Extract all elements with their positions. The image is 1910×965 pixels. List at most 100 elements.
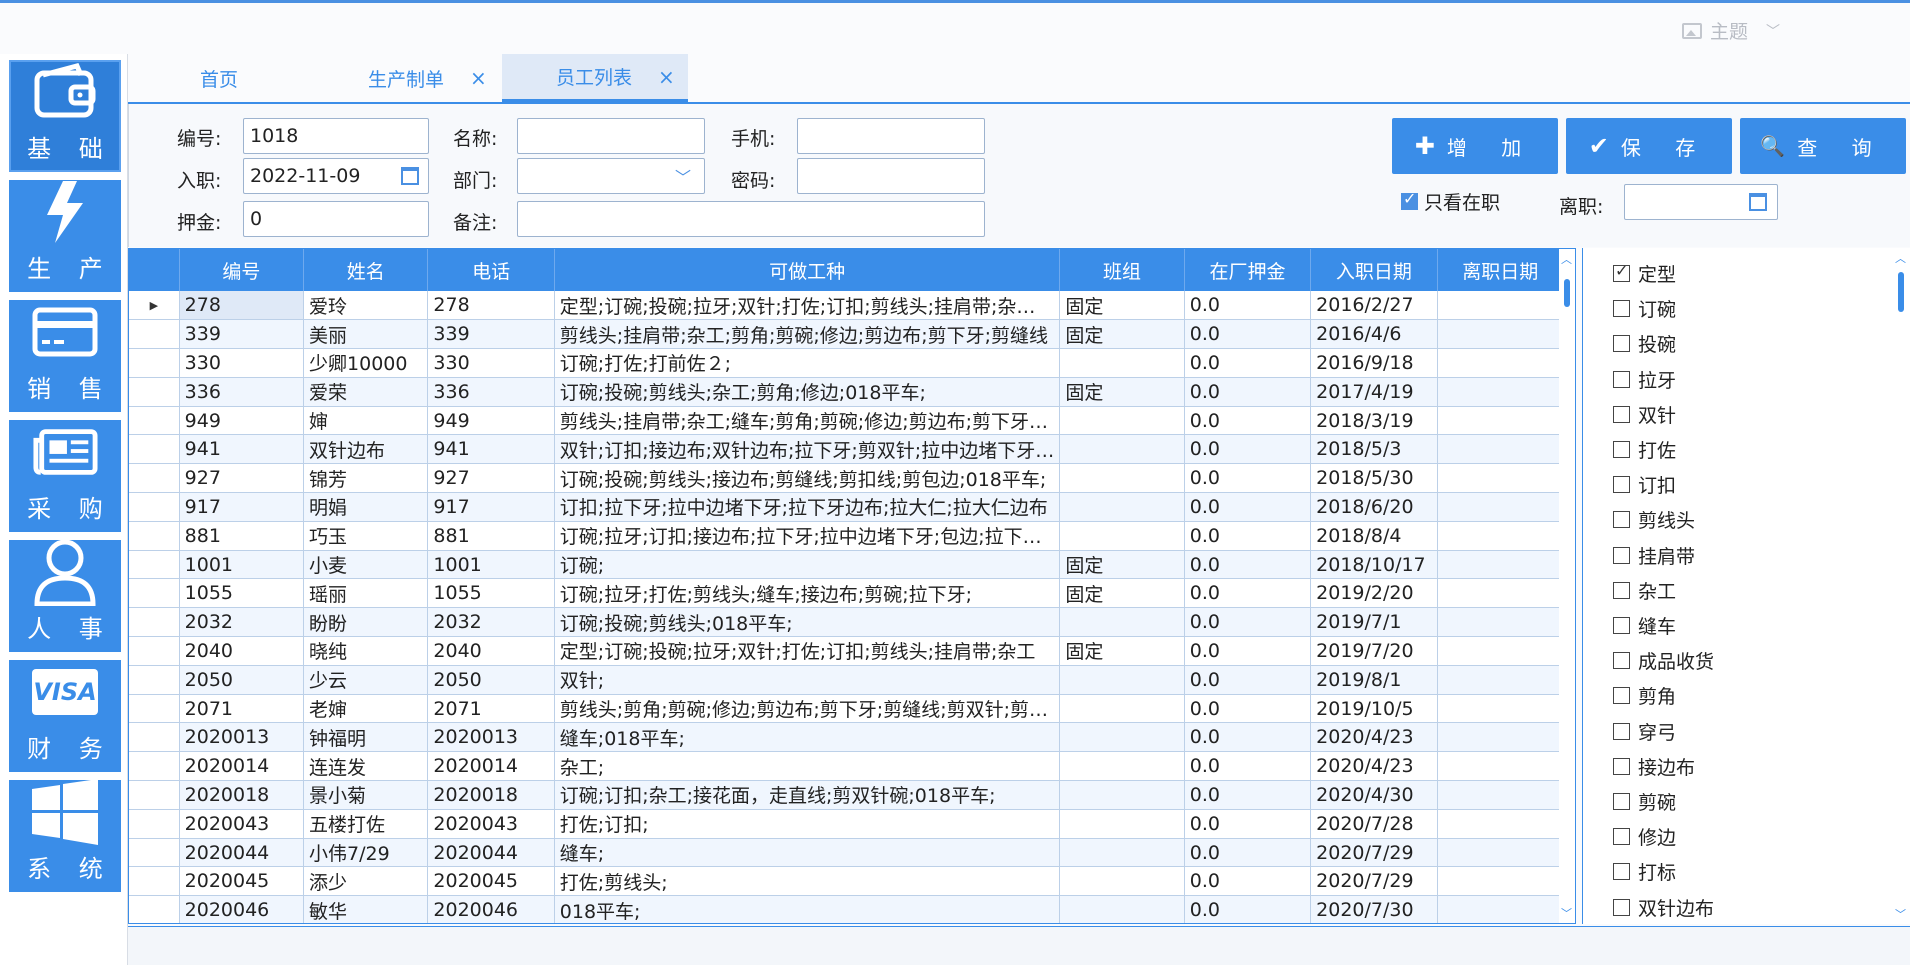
table-cell[interactable]: 0.0 xyxy=(1184,636,1312,666)
table-row[interactable]: 2020046 敏华 2020046 018平车; 0.0 2020/7/30 xyxy=(129,895,1565,923)
table-cell[interactable]: 少云 xyxy=(303,665,429,695)
table-cell[interactable] xyxy=(1059,694,1185,724)
checkbox[interactable] xyxy=(1613,898,1630,916)
table-cell[interactable]: 917 xyxy=(427,492,555,522)
table-cell[interactable] xyxy=(1437,463,1565,494)
table-cell[interactable]: 2019/7/20 xyxy=(1310,636,1438,666)
table-cell[interactable]: 0.0 xyxy=(1184,291,1312,321)
table-cell[interactable]: 2017/4/19 xyxy=(1310,377,1438,407)
table-cell[interactable]: 927 xyxy=(427,463,555,494)
table-cell[interactable]: 小伟7/29 xyxy=(303,838,429,868)
table-cell[interactable]: 2020018 xyxy=(427,780,555,810)
work-type-option[interactable]: 订碗 xyxy=(1613,295,1676,322)
table-cell[interactable] xyxy=(1059,895,1185,923)
table-cell[interactable]: 339 xyxy=(427,319,555,350)
table-cell[interactable]: 2016/2/27 xyxy=(1310,291,1438,321)
table-cell[interactable]: 2018/5/3 xyxy=(1310,434,1438,465)
table-cell[interactable]: 0.0 xyxy=(1184,521,1312,551)
tab-employee-list[interactable]: 员工列表 × xyxy=(502,54,688,102)
close-icon[interactable]: × xyxy=(470,66,487,90)
table-cell[interactable]: 杂工; xyxy=(554,751,1061,782)
table-cell[interactable]: 双针;订扣;接边布;双针边布;拉下牙;剪双针;拉中边堵下牙;包边 xyxy=(554,434,1061,465)
table-cell[interactable]: 2032 xyxy=(179,607,305,638)
row-header[interactable] xyxy=(129,866,180,897)
table-cell[interactable]: 917 xyxy=(179,492,305,522)
row-header[interactable] xyxy=(129,665,180,695)
chevron-down-icon[interactable]: ﹀ xyxy=(675,164,691,188)
table-cell[interactable]: 订碗;拉牙;订扣;接边布;拉下牙;拉中边堵下牙;包边;拉下牙边布 xyxy=(554,521,1061,551)
table-cell[interactable]: 2050 xyxy=(427,665,555,695)
table-row[interactable]: 2020014 连连发 2020014 杂工; 0.0 2020/4/23 xyxy=(129,751,1565,782)
password-input[interactable] xyxy=(797,158,985,194)
table-cell[interactable] xyxy=(1059,809,1185,839)
table-cell[interactable] xyxy=(1437,492,1565,522)
table-cell[interactable] xyxy=(1437,578,1565,609)
checkbox[interactable] xyxy=(1613,652,1630,670)
table-cell[interactable]: 0.0 xyxy=(1184,550,1312,580)
work-type-option[interactable]: 修边 xyxy=(1613,823,1676,850)
row-header[interactable] xyxy=(129,694,180,724)
checkbox[interactable] xyxy=(1613,722,1630,740)
phone-input[interactable] xyxy=(797,118,985,154)
table-cell[interactable] xyxy=(1059,866,1185,897)
table-cell[interactable]: 278 xyxy=(179,291,305,321)
save-button[interactable]: ✔ 保 存 xyxy=(1566,118,1732,174)
row-header[interactable] xyxy=(129,838,180,868)
table-cell[interactable]: 330 xyxy=(179,348,305,378)
nav-item-system[interactable]: 系 统 xyxy=(9,779,121,892)
table-cell[interactable] xyxy=(1437,751,1565,782)
table-cell[interactable]: 0.0 xyxy=(1184,694,1312,724)
table-cell[interactable] xyxy=(1059,665,1185,695)
nav-item-basic[interactable]: 基 础 xyxy=(9,60,121,172)
table-cell[interactable]: 订碗;打佐;打前佐２; xyxy=(554,348,1061,378)
table-cell[interactable]: 连连发 xyxy=(303,751,429,782)
column-header[interactable]: 离职日期 xyxy=(1437,249,1565,291)
table-cell[interactable]: 双针; xyxy=(554,665,1061,695)
table-cell[interactable]: 锦芳 xyxy=(303,463,429,494)
table-cell[interactable]: 941 xyxy=(427,434,555,465)
table-cell[interactable]: 0.0 xyxy=(1184,463,1312,494)
table-cell[interactable]: 881 xyxy=(427,521,555,551)
table-cell[interactable]: 2020/7/30 xyxy=(1310,895,1438,923)
table-cell[interactable]: 0.0 xyxy=(1184,319,1312,350)
table-cell[interactable]: 订碗;投碗;剪线头;杂工;剪角;修边;018平车; xyxy=(554,377,1061,407)
checkbox[interactable] xyxy=(1613,511,1630,529)
table-cell[interactable]: 2019/8/1 xyxy=(1310,665,1438,695)
table-cell[interactable]: 2020013 xyxy=(427,722,555,753)
table-cell[interactable] xyxy=(1059,521,1185,551)
id-input[interactable] xyxy=(243,118,429,154)
table-cell[interactable]: 少卿10000 xyxy=(303,348,429,378)
table-row[interactable]: ▶ 278 爱玲 278 定型;订碗;投碗;拉牙;双针;打佐;订扣;剪线头;挂肩带;杂工… xyxy=(129,291,1565,321)
table-row[interactable]: 881 巧玉 881 订碗;拉牙;订扣;接边布;拉下牙;拉中边堵下牙;包边;拉下牙边布… xyxy=(129,521,1565,551)
table-cell[interactable] xyxy=(1059,492,1185,522)
table-cell[interactable] xyxy=(1437,550,1565,580)
table-cell[interactable]: 0.0 xyxy=(1184,492,1312,522)
table-cell[interactable]: 0.0 xyxy=(1184,434,1312,465)
query-button[interactable]: 🔍 查 询 xyxy=(1740,118,1906,174)
table-row[interactable]: 2071 老婶 2071 剪线头;剪角;剪碗;修边;剪边布;剪下牙;剪缝线;剪双针;剪… xyxy=(129,694,1565,724)
table-row[interactable]: 2040 晓纯 2040 定型;订碗;投碗;拉牙;双针;打佐;订扣;剪线头;挂肩带;杂… xyxy=(129,636,1565,666)
table-cell[interactable]: 老婶 xyxy=(303,694,429,724)
calendar-icon[interactable] xyxy=(401,167,419,185)
table-cell[interactable]: 0.0 xyxy=(1184,406,1312,436)
table-cell[interactable]: 婶 xyxy=(303,406,429,436)
table-cell[interactable]: 固定 xyxy=(1059,291,1185,321)
column-header[interactable]: 编号 xyxy=(179,249,305,291)
table-cell[interactable]: 0.0 xyxy=(1184,607,1312,638)
table-cell[interactable] xyxy=(1437,694,1565,724)
checkbox[interactable] xyxy=(1613,757,1630,775)
nav-item-sales[interactable]: 销 售 xyxy=(9,300,121,412)
work-type-option[interactable]: 剪线头 xyxy=(1613,506,1695,533)
row-header[interactable] xyxy=(129,463,180,494)
table-cell[interactable]: 2020044 xyxy=(179,838,305,868)
table-cell[interactable]: 949 xyxy=(179,406,305,436)
row-header[interactable] xyxy=(129,751,180,782)
nav-item-production[interactable]: 生 产 xyxy=(9,180,121,292)
table-cell[interactable]: 爱荣 xyxy=(303,377,429,407)
chevron-down-icon[interactable]: ﹀ xyxy=(1561,905,1572,921)
table-cell[interactable] xyxy=(1059,463,1185,494)
table-row[interactable]: 949 婶 949 剪线头;挂肩带;杂工;缝车;剪角;剪碗;修边;剪边布;剪下牙;剪缝… xyxy=(129,406,1565,436)
checkbox[interactable] xyxy=(1613,617,1630,634)
table-cell[interactable]: 定型;订碗;投碗;拉牙;双针;打佐;订扣;剪线头;挂肩带;杂工 xyxy=(554,636,1061,666)
table-cell[interactable]: 336 xyxy=(179,377,305,407)
